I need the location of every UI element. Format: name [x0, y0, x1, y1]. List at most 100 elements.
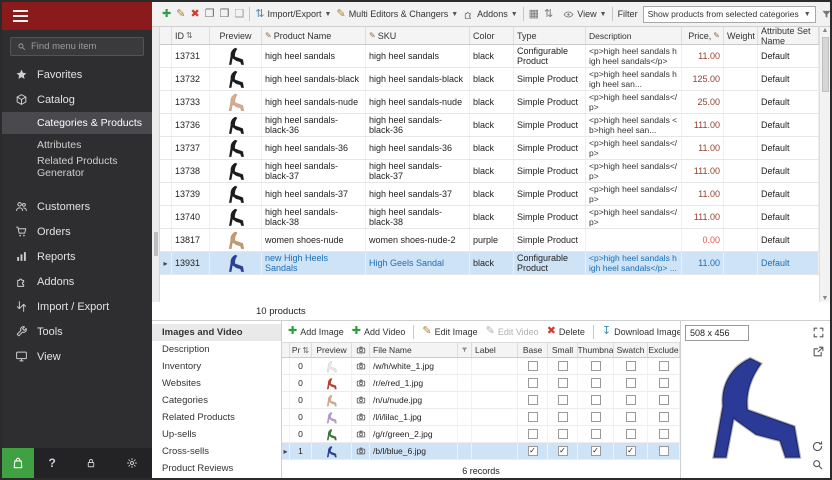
swatch-checkbox[interactable] [626, 361, 636, 371]
exclude-checkbox[interactable] [659, 446, 669, 456]
addons-button[interactable]: Addons▼ [463, 9, 517, 20]
detail-tab[interactable]: Categories [152, 392, 281, 409]
add-product-icon[interactable]: ✚ [162, 9, 171, 20]
column-header-color[interactable]: Color [470, 27, 514, 44]
detail-tab[interactable]: Websites [152, 375, 281, 392]
gear-icon[interactable] [126, 457, 138, 469]
column-header-preview[interactable]: Preview [210, 27, 262, 44]
column-header-sku[interactable]: ✎SKU [366, 27, 470, 44]
copy-icon[interactable]: ❐ [205, 9, 215, 20]
hamburger-menu-icon[interactable] [13, 10, 28, 22]
column-header-base[interactable]: Base [518, 343, 548, 357]
column-header-type[interactable]: Type [514, 27, 586, 44]
sort-button[interactable]: ⇅ [544, 9, 553, 20]
column-header-id[interactable]: ID⇅ [172, 27, 210, 44]
thumbnail-checkbox[interactable] [591, 429, 601, 439]
table-row[interactable]: 13733 high heel sandals-nude high heel s… [160, 91, 819, 114]
category-filter-select[interactable]: Show products from selected categories▼ [643, 6, 816, 23]
edit-video-button[interactable]: ✎Edit Video [486, 326, 539, 337]
sidebar-item-favorites[interactable]: Favorites [2, 62, 152, 87]
sidebar-item-catalog[interactable]: Catalog [2, 87, 152, 112]
exclude-checkbox[interactable] [659, 412, 669, 422]
download-image-button[interactable]: ↧Download Image [602, 326, 680, 337]
base-checkbox[interactable] [528, 446, 538, 456]
small-checkbox[interactable] [558, 446, 568, 456]
sidebar-item-import-export[interactable]: Import / Export [2, 294, 152, 319]
sidebar-item-attributes[interactable]: Attributes [2, 134, 152, 156]
column-header-file-name[interactable]: File Name [370, 343, 458, 357]
base-checkbox[interactable] [528, 378, 538, 388]
scroll-up-icon[interactable]: ▲ [822, 27, 829, 34]
table-row[interactable]: 13737 high heel sandals-36 high heel san… [160, 137, 819, 160]
exclude-checkbox[interactable] [659, 395, 669, 405]
expander-icon[interactable]: ▸ [284, 447, 288, 456]
add-image-button[interactable]: ✚Add Image [288, 326, 344, 337]
thumbnail-checkbox[interactable] [591, 361, 601, 371]
sidebar-item-tools[interactable]: Tools [2, 319, 152, 344]
thumbnail-checkbox[interactable] [591, 395, 601, 405]
table-row[interactable]: 13738 high heel sandals-black-37 high he… [160, 160, 819, 183]
sidebar-item-related-products-generator[interactable]: Related Products Generator [2, 156, 152, 178]
base-checkbox[interactable] [528, 412, 538, 422]
image-row[interactable]: ▸ 1 /b/l/blue_6.jpg [282, 443, 680, 460]
small-checkbox[interactable] [558, 378, 568, 388]
exclude-checkbox[interactable] [659, 361, 669, 371]
sidebar-item-categories-products[interactable]: Categories & Products [2, 112, 152, 134]
swatch-checkbox[interactable] [626, 412, 636, 422]
thumbnail-checkbox[interactable] [591, 412, 601, 422]
table-row[interactable]: 13740 high heel sandals-black-38 high he… [160, 206, 819, 229]
sidebar-item-addons[interactable]: Addons [2, 269, 152, 294]
small-checkbox[interactable] [558, 395, 568, 405]
column-header-attribute-set[interactable]: Attribute Set Name [758, 27, 819, 44]
column-header-filter[interactable] [458, 343, 472, 357]
small-checkbox[interactable] [558, 361, 568, 371]
column-header-small[interactable]: Small [548, 343, 578, 357]
category-panel-splitter[interactable] [152, 27, 160, 302]
detail-tab[interactable]: Images and Video [152, 324, 281, 341]
column-header-exclude[interactable]: Exclude [648, 343, 680, 357]
small-checkbox[interactable] [558, 412, 568, 422]
rotate-icon[interactable] [811, 440, 824, 453]
detail-tab[interactable]: Description [152, 341, 281, 358]
store-button[interactable] [2, 448, 34, 478]
menu-search-input[interactable]: Find menu item [10, 37, 144, 56]
image-row[interactable]: 0 /r/e/red_1.jpg [282, 375, 680, 392]
add-video-button[interactable]: ✚Add Video [352, 326, 406, 337]
delete-product-icon[interactable]: ✖ [190, 9, 199, 20]
column-header-preview[interactable]: Preview [312, 343, 352, 357]
base-checkbox[interactable] [528, 395, 538, 405]
sidebar-item-view[interactable]: View [2, 344, 152, 369]
zoom-icon[interactable] [811, 458, 824, 471]
column-header-price[interactable]: Price,✎ [682, 27, 724, 44]
table-row[interactable]: ▸ 13931 new High Heels Sandals High Geel… [160, 252, 819, 275]
filters-button[interactable]: Filters▼ [821, 9, 830, 20]
thumbnail-checkbox[interactable] [591, 446, 601, 456]
thumbnail-checkbox[interactable] [591, 378, 601, 388]
expander-icon[interactable]: ▸ [163, 259, 167, 268]
scroll-down-icon[interactable]: ▼ [822, 295, 829, 302]
sidebar-item-reports[interactable]: Reports [2, 244, 152, 269]
column-header-swatch[interactable]: Swatch [614, 343, 648, 357]
table-row[interactable]: 13732 high heel sandals-black high heel … [160, 68, 819, 91]
sidebar-item-orders[interactable]: Orders [2, 219, 152, 244]
table-row[interactable]: 13736 high heel sandals-black-36 high he… [160, 114, 819, 137]
swatch-checkbox[interactable] [626, 446, 636, 456]
view-button[interactable]: View▼ [563, 9, 606, 20]
column-header-position[interactable]: Pr⇅ [290, 343, 312, 357]
exclude-checkbox[interactable] [659, 378, 669, 388]
image-size-field[interactable]: 508 x 456 [685, 325, 749, 341]
column-header-weight[interactable]: Weight [724, 27, 758, 44]
scrollbar-thumb[interactable] [822, 37, 829, 92]
import-export-button[interactable]: ⇅ Import/Export▼ [255, 9, 331, 20]
exclude-checkbox[interactable] [659, 429, 669, 439]
detail-tab[interactable]: Related Products [152, 409, 281, 426]
detail-tab[interactable]: Up-sells [152, 426, 281, 443]
external-link-icon[interactable] [812, 345, 825, 358]
image-row[interactable]: 0 /l/i/lilac_1.jpg [282, 409, 680, 426]
detail-tab[interactable]: Inventory [152, 358, 281, 375]
edit-image-button[interactable]: ✎Edit Image [422, 326, 477, 337]
swatch-checkbox[interactable] [626, 429, 636, 439]
multi-editors-button[interactable]: ✎ Multi Editors & Changers▼ [336, 9, 458, 20]
lock-icon[interactable] [85, 457, 97, 469]
detail-tab[interactable]: Product Reviews [152, 460, 281, 477]
